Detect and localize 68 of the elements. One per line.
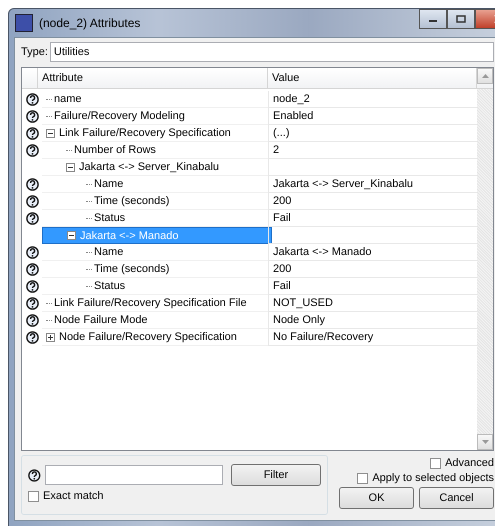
help-icon[interactable]: [26, 263, 38, 276]
attribute-name[interactable]: Status: [94, 280, 126, 292]
checkbox[interactable]: [430, 458, 442, 468]
scroll-up-button[interactable]: [477, 68, 493, 84]
help-icon[interactable]: [28, 468, 41, 482]
attribute-name[interactable]: Jakarta <-> Server_Kinabalu: [79, 161, 220, 173]
help-icon[interactable]: [26, 195, 38, 208]
help-icon[interactable]: [26, 127, 38, 140]
minimize-button[interactable]: [419, 9, 447, 29]
checkbox[interactable]: [28, 490, 39, 502]
attribute-name[interactable]: Name: [94, 246, 124, 258]
attribute-name[interactable]: Failure/Recovery Modeling: [54, 110, 185, 122]
up-arrow-icon: [482, 74, 488, 78]
value-cell: 200: [268, 261, 477, 278]
attribute-name[interactable]: Status: [94, 212, 126, 224]
value-cell: (...): [268, 125, 477, 142]
attribute-name[interactable]: name: [54, 93, 82, 105]
checkbox[interactable]: [357, 472, 368, 484]
attribute-name[interactable]: Number of Rows: [74, 144, 156, 156]
value-cell: Fail: [268, 210, 477, 227]
expand-icon[interactable]: [46, 332, 55, 342]
value-cell: Fail: [268, 278, 477, 295]
maximize-icon: [456, 15, 466, 23]
value-cell: 200: [268, 193, 477, 210]
value-cell: Node Only: [268, 312, 477, 329]
help-icon[interactable]: [26, 144, 38, 157]
help-icon[interactable]: [26, 110, 38, 123]
collapse-icon[interactable]: [46, 128, 55, 138]
collapse-icon[interactable]: [67, 231, 76, 240]
type-label: Type:: [21, 46, 48, 58]
attribute-name[interactable]: Node Failure Mode: [54, 314, 148, 326]
attribute-name[interactable]: Link Failure/Recovery Specification: [59, 127, 231, 139]
checkbox-label[interactable]: Advanced: [445, 457, 494, 469]
help-icon[interactable]: [26, 246, 38, 259]
attribute-name[interactable]: Time (seconds): [94, 195, 170, 207]
help-icon[interactable]: [26, 93, 38, 106]
app-icon: [15, 14, 33, 32]
checkbox-label[interactable]: Apply to selected objects: [372, 472, 494, 484]
value-cell: node_2: [268, 91, 477, 108]
value-cell: No Failure/Recovery: [268, 329, 477, 346]
attribute-name[interactable]: Name: [94, 178, 124, 190]
window-title: (node_2) Attributes: [39, 16, 142, 30]
down-arrow-icon: [482, 440, 488, 444]
help-icon[interactable]: [26, 212, 38, 225]
value-cell: Enabled: [268, 108, 477, 125]
value-cell: Jakarta <-> Manado: [268, 244, 477, 261]
attribute-name[interactable]: Node Failure/Recovery Specification: [59, 331, 237, 343]
value-cell: NOT_USED: [268, 295, 477, 312]
help-icon[interactable]: [26, 314, 38, 327]
scroll-down-button[interactable]: [477, 434, 493, 450]
value-cell: Jakarta <-> Server_Kinabalu: [268, 176, 477, 193]
ok-button[interactable]: OK: [339, 487, 414, 509]
filter-field[interactable]: [44, 465, 223, 485]
attribute-name[interactable]: Link Failure/Recovery Specification File: [54, 297, 247, 309]
scrollbar[interactable]: [477, 89, 493, 450]
help-icon[interactable]: [26, 297, 38, 310]
help-icon[interactable]: [26, 331, 38, 344]
maximize-button[interactable]: [447, 9, 475, 29]
collapse-icon[interactable]: [66, 162, 75, 172]
help-icon[interactable]: [26, 178, 38, 191]
filter-button[interactable]: Filter: [230, 464, 321, 486]
cancel-button[interactable]: Cancel: [419, 487, 494, 509]
checkbox-label[interactable]: Exact match: [43, 490, 104, 502]
attribute-name[interactable]: Time (seconds): [94, 263, 170, 275]
value-cell: 2: [268, 142, 477, 159]
column-header[interactable]: Attribute: [38, 68, 268, 88]
help-icon[interactable]: [26, 280, 38, 293]
type-field[interactable]: Utilities: [50, 42, 494, 62]
